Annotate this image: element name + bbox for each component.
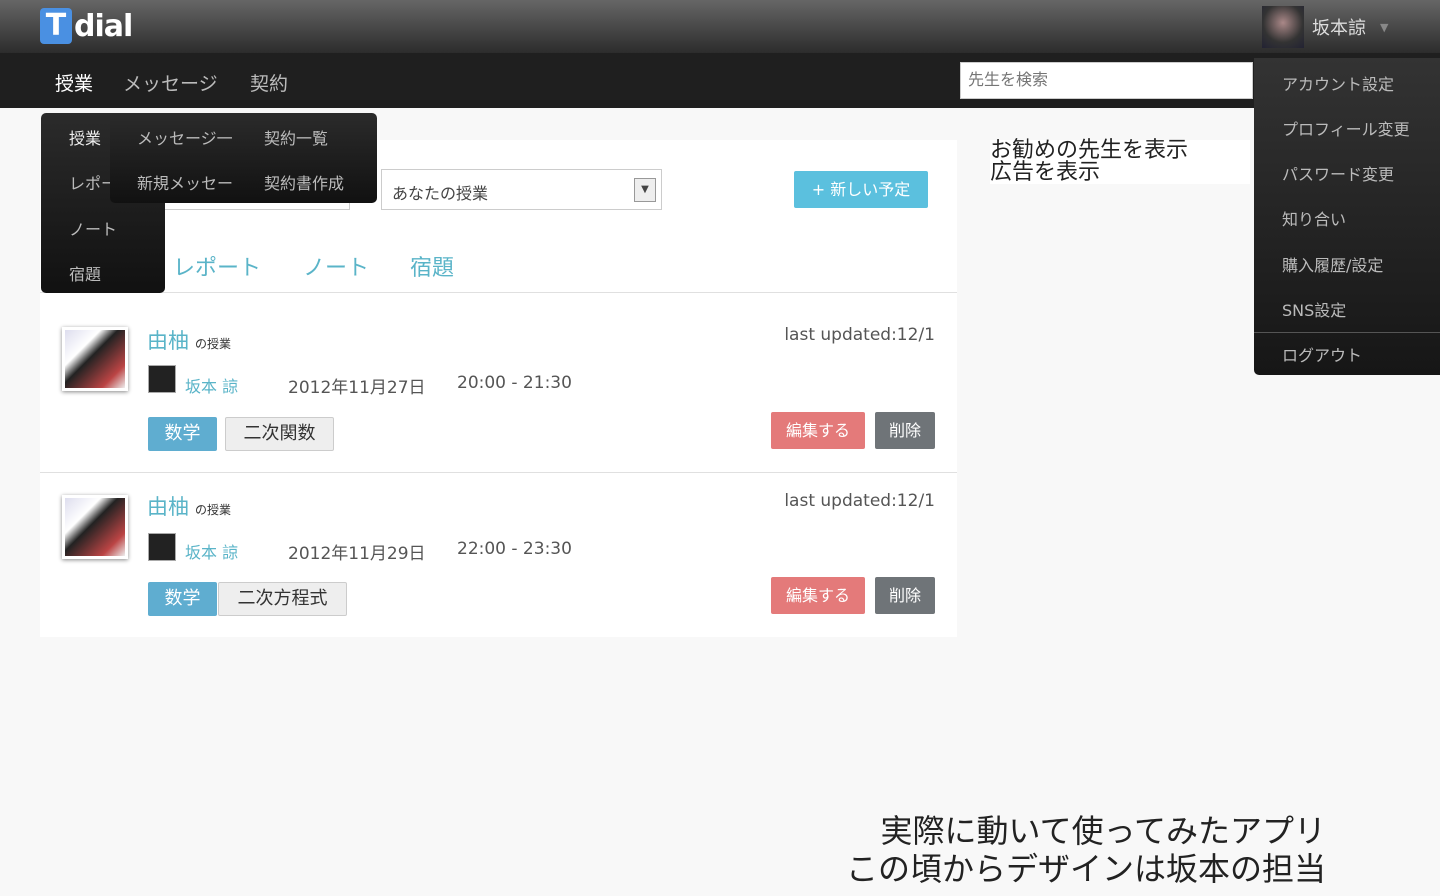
logo-mark: T bbox=[40, 8, 72, 44]
lesson-suffix: の授業 bbox=[195, 503, 232, 517]
student-link[interactable]: 由柚 bbox=[147, 329, 189, 353]
menu-item-purchases[interactable]: 購入履歴/設定 bbox=[1282, 252, 1383, 276]
menu-item[interactable]: 契約書作成 bbox=[264, 170, 344, 194]
menu-item[interactable]: 契約一覧 bbox=[264, 125, 328, 149]
topic-tag[interactable]: 二次関数 bbox=[225, 417, 334, 451]
delete-button[interactable]: 削除 bbox=[875, 412, 935, 449]
ad-text: 広告を表示 bbox=[990, 160, 1101, 185]
student-photo bbox=[62, 495, 128, 559]
menu-item[interactable]: 宿題 bbox=[69, 261, 101, 285]
teacher-link[interactable]: 坂本 諒 bbox=[185, 539, 238, 563]
tab-note[interactable]: ノート bbox=[303, 250, 369, 282]
new-schedule-button[interactable]: + 新しい予定 bbox=[794, 171, 928, 208]
caption: 実際に動いて使ってみたアプリ この頃からデザインは坂本の担当 bbox=[846, 812, 1326, 888]
user-dropdown: アカウント設定 プロフィール変更 パスワード変更 知り合い 購入履歴/設定 SN… bbox=[1254, 58, 1440, 375]
menu-item-friends[interactable]: 知り合い bbox=[1282, 206, 1346, 230]
nav-messages[interactable]: メッセージ bbox=[123, 69, 218, 96]
nav-contracts[interactable]: 契約 bbox=[250, 69, 288, 96]
edit-button[interactable]: 編集する bbox=[771, 412, 865, 449]
teacher-search-input[interactable] bbox=[960, 62, 1253, 99]
lesson-time: 20:00 - 21:30 bbox=[457, 373, 572, 393]
subject-tag[interactable]: 数学 bbox=[148, 582, 217, 616]
menu-item[interactable]: 授業 bbox=[69, 125, 101, 149]
delete-button[interactable]: 削除 bbox=[875, 577, 935, 614]
chevron-down-icon: ▼ bbox=[634, 178, 656, 202]
lesson-row: 由柚 の授業 坂本 諒 2012年11月27日 20:00 - 21:30 las… bbox=[40, 293, 957, 472]
menu-item-account[interactable]: アカウント設定 bbox=[1282, 71, 1394, 95]
lesson-title: 由柚 の授業 bbox=[147, 325, 231, 355]
divider bbox=[1254, 332, 1440, 333]
menu-item-sns[interactable]: SNS設定 bbox=[1282, 297, 1346, 321]
teacher-link[interactable]: 坂本 諒 bbox=[185, 373, 238, 397]
avatar bbox=[1262, 6, 1304, 48]
messages-contracts-dropdown: メッセージ一 新規メッセー 契約一覧 契約書作成 bbox=[110, 113, 377, 203]
lesson-row: 由柚 の授業 坂本 諒 2012年11月29日 22:00 - 23:30 las… bbox=[40, 458, 957, 637]
menu-item[interactable]: メッセージ一 bbox=[137, 125, 233, 149]
sidebar-ad: お勧めの先生を表示 広告を表示 bbox=[990, 140, 1250, 184]
teacher-avatar bbox=[148, 533, 176, 561]
tab-homework[interactable]: 宿題 bbox=[410, 250, 454, 282]
last-updated: last updated:12/1 bbox=[784, 325, 935, 345]
lesson-date: 2012年11月27日 bbox=[288, 378, 426, 398]
chevron-down-icon: ▼ bbox=[1380, 20, 1389, 34]
nav-lessons[interactable]: 授業 bbox=[55, 69, 93, 96]
menu-item-logout[interactable]: ログアウト bbox=[1282, 342, 1362, 366]
user-name: 坂本諒 bbox=[1312, 18, 1366, 39]
logo-text: dial bbox=[74, 8, 133, 44]
tab-report[interactable]: レポート bbox=[173, 250, 261, 282]
menu-item-password[interactable]: パスワード変更 bbox=[1282, 161, 1394, 185]
teacher-avatar bbox=[148, 365, 176, 393]
user-menu-toggle[interactable]: 坂本諒 ▼ bbox=[1262, 6, 1388, 48]
lesson-title: 由柚 の授業 bbox=[147, 491, 231, 521]
topic-tag[interactable]: 二次方程式 bbox=[218, 582, 347, 616]
subject-tag[interactable]: 数学 bbox=[148, 417, 217, 451]
menu-item-profile[interactable]: プロフィール変更 bbox=[1282, 116, 1410, 140]
caption-line: 実際に動いて使ってみたアプリ bbox=[880, 812, 1326, 850]
edit-button[interactable]: 編集する bbox=[771, 577, 865, 614]
student-photo bbox=[62, 327, 128, 391]
menu-item[interactable]: 新規メッセー bbox=[137, 170, 233, 194]
select-value: あなたの授業 bbox=[392, 184, 489, 203]
lesson-suffix: の授業 bbox=[195, 337, 232, 351]
lesson-filter-select[interactable]: あなたの授業 ▼ bbox=[381, 169, 662, 210]
menu-item[interactable]: ノート bbox=[69, 216, 117, 240]
logo[interactable]: T dial bbox=[40, 8, 133, 44]
caption-line: この頃からデザインは坂本の担当 bbox=[845, 850, 1326, 888]
lesson-date: 2012年11月29日 bbox=[288, 544, 426, 564]
lesson-time: 22:00 - 23:30 bbox=[457, 539, 572, 559]
recommend-text: お勧めの先生を表示 bbox=[990, 138, 1189, 163]
top-bar: T dial 坂本諒 ▼ bbox=[0, 0, 1440, 53]
last-updated: last updated:12/1 bbox=[784, 491, 935, 511]
student-link[interactable]: 由柚 bbox=[147, 495, 189, 519]
